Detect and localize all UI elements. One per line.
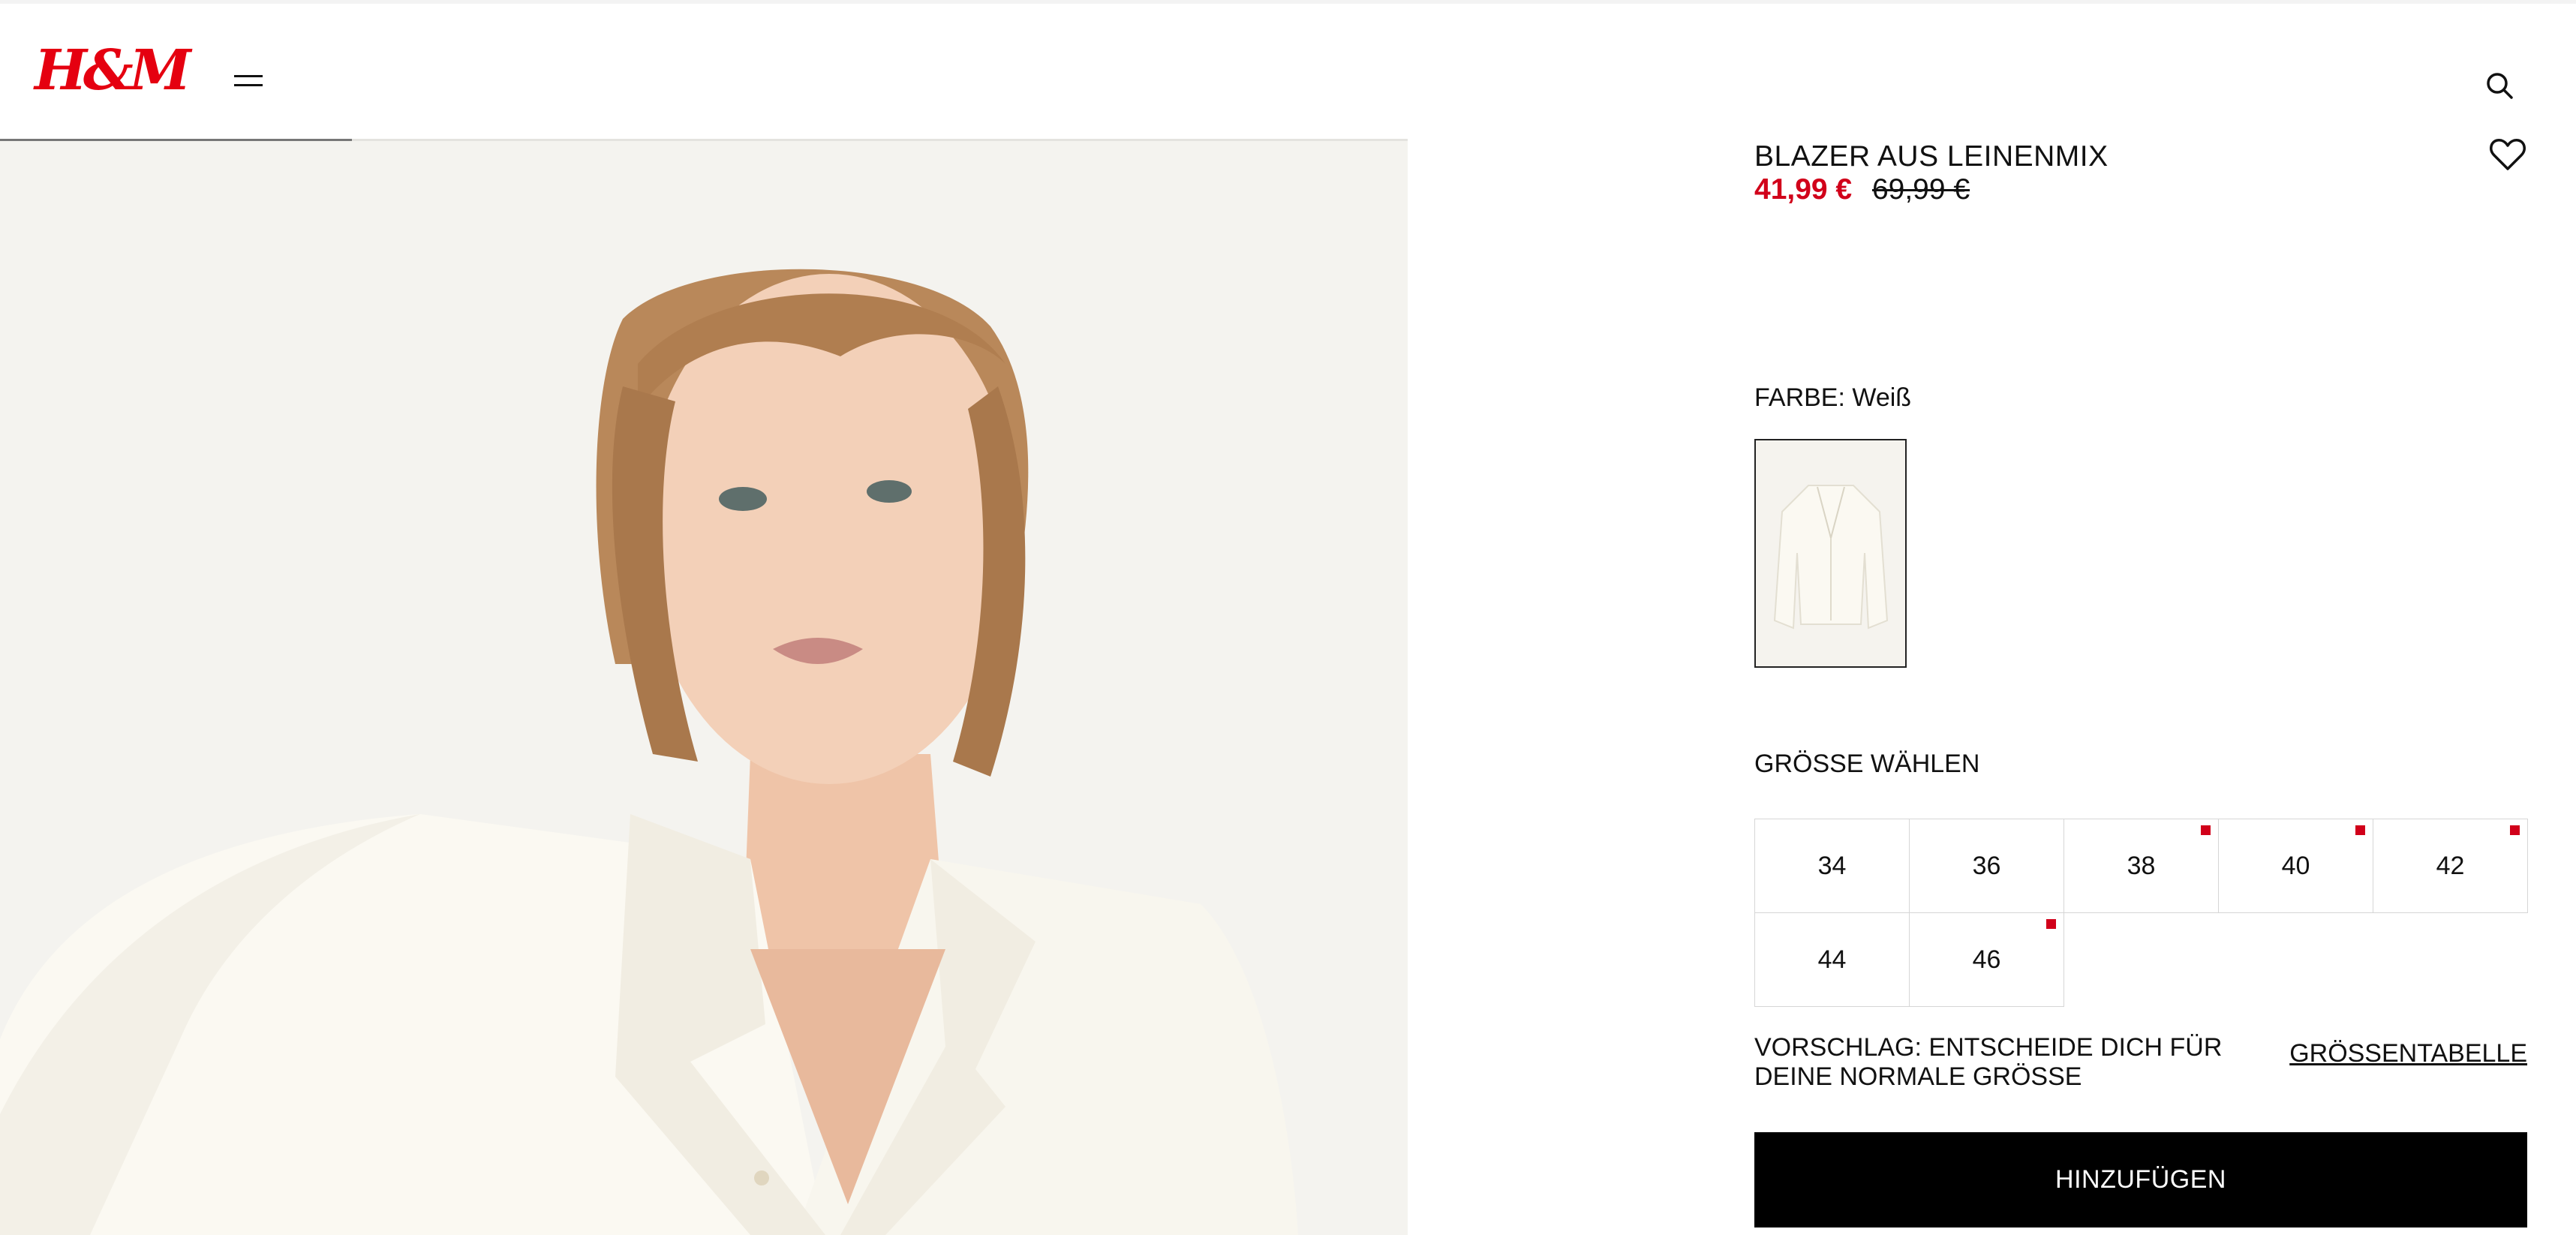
hm-logo[interactable]: H&M — [35, 43, 191, 98]
size-value: 44 — [1817, 945, 1847, 974]
size-value: 42 — [2436, 851, 2465, 880]
size-option-34[interactable]: 34 — [1754, 819, 1910, 913]
low-stock-indicator — [2355, 825, 2365, 835]
size-suggestion: VORSCHLAG: ENTSCHEIDE DICH FÜR DEINE NOR… — [1754, 1033, 2223, 1091]
low-stock-indicator — [2201, 825, 2211, 835]
gallery-progress-fill — [0, 139, 352, 141]
add-to-cart-button[interactable]: HINZUFÜGEN — [1754, 1132, 2527, 1227]
original-price: 69,99 € — [1871, 173, 1970, 206]
low-stock-indicator — [2510, 825, 2520, 835]
color-label: FARBE: Weiß — [1754, 383, 1912, 412]
size-grid: 34 36 38 40 42 44 46 — [1754, 819, 2528, 1007]
size-value: 36 — [1972, 851, 2001, 880]
size-option-38[interactable]: 38 — [2064, 819, 2219, 913]
price-row: 41,99 € 69,99 € — [1754, 173, 1970, 206]
size-value: 40 — [2281, 851, 2310, 880]
size-value: 38 — [2127, 851, 2156, 880]
size-option-44[interactable]: 44 — [1754, 912, 1910, 1007]
size-label: GRÖSSE WÄHLEN — [1754, 750, 1980, 778]
heart-outline-icon[interactable] — [2487, 134, 2529, 176]
product-info: BLAZER AUS LEINENMIX 41,99 € 69,99 € FAR… — [1754, 0, 2529, 1235]
size-option-42[interactable]: 42 — [2373, 819, 2528, 913]
color-swatch-white[interactable] — [1754, 439, 1907, 668]
size-option-46[interactable]: 46 — [1909, 912, 2064, 1007]
size-value: 46 — [1972, 945, 2001, 974]
product-photo — [0, 139, 1408, 1235]
size-chart-link[interactable]: GRÖSSENTABELLE — [2289, 1039, 2527, 1068]
gallery-progress-track — [0, 139, 1408, 141]
product-title: BLAZER AUS LEINENMIX — [1754, 140, 2109, 173]
low-stock-indicator — [2046, 919, 2056, 929]
size-value: 34 — [1817, 851, 1847, 880]
swatch-thumbnail — [1756, 440, 1905, 666]
size-option-36[interactable]: 36 — [1909, 819, 2064, 913]
sale-price: 41,99 € — [1754, 173, 1853, 206]
size-option-40[interactable]: 40 — [2218, 819, 2373, 913]
product-gallery[interactable] — [0, 139, 1408, 1235]
hamburger-menu-icon[interactable] — [227, 68, 272, 98]
